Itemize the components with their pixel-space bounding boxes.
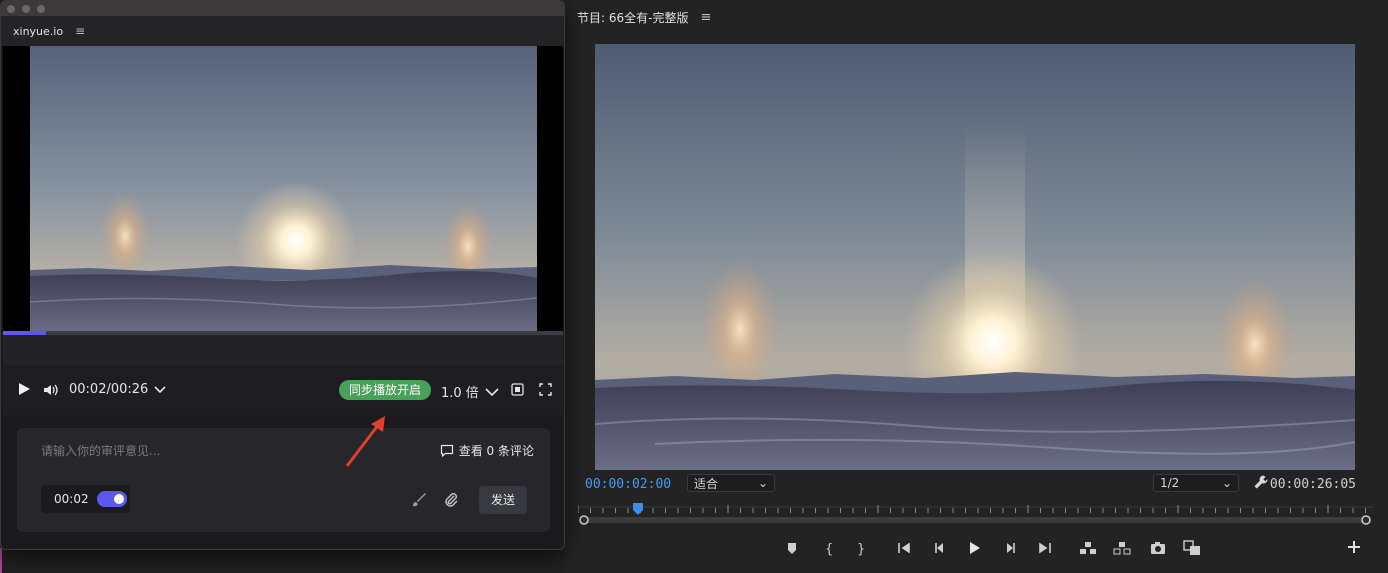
transport-controls: { }: [565, 537, 1388, 559]
playhead-marker[interactable]: [633, 503, 643, 515]
chevron-down-icon: [485, 387, 499, 396]
playback-speed-dropdown[interactable]: 1.0 倍: [441, 382, 499, 401]
add-button-plus-icon[interactable]: [1346, 539, 1362, 555]
program-monitor-panel: 节目: 66全有-完整版 ≡ 00:00:02:00 适合 ⌄ 1/2 ⌄ 00…: [565, 0, 1388, 573]
panel-title: xinyue.io: [13, 24, 64, 38]
speed-label: 1.0 倍: [441, 386, 479, 401]
fullscreen-icon[interactable]: [539, 383, 552, 396]
zoom-window-button[interactable]: [37, 5, 45, 13]
program-panel-header: 节目: 66全有-完整版 ≡: [577, 9, 711, 26]
timestamp-toggle-switch[interactable]: [96, 491, 127, 507]
chevron-down-icon: ⌄: [757, 476, 768, 490]
camera-export-frame-icon[interactable]: [1147, 537, 1169, 559]
review-video-player[interactable]: [3, 46, 563, 331]
comparison-view-icon[interactable]: [1181, 537, 1203, 559]
comment-box: 请输入你的审评意见... 查看 0 条评论 00:02 发送: [17, 428, 550, 532]
comment-input[interactable]: 请输入你的审评意见...: [41, 442, 160, 459]
timeline-edge-marker: [0, 548, 2, 573]
mark-out-button[interactable]: }: [849, 537, 871, 559]
go-to-out-button[interactable]: [1033, 537, 1055, 559]
minimize-window-button[interactable]: [22, 5, 30, 13]
timeline-ruler[interactable]: [578, 503, 1374, 529]
window-titlebar[interactable]: [1, 1, 564, 16]
sundog-landscape-image: [30, 46, 537, 331]
picture-in-picture-icon[interactable]: [511, 383, 524, 396]
volume-icon[interactable]: [43, 383, 59, 397]
timestamp-toggle-chip[interactable]: 00:02: [41, 485, 130, 513]
zoom-handle-right[interactable]: [1361, 515, 1371, 525]
program-panel-title: 节目: 66全有-完整版: [577, 11, 689, 25]
step-back-button[interactable]: [929, 537, 951, 559]
chevron-down-icon: ⌄: [1221, 476, 1232, 490]
comment-bubble-icon: [440, 444, 453, 457]
player-controls-bar: 00:02/00:26 同步播放开启 1.0 倍: [3, 365, 563, 415]
player-spacer: [3, 335, 563, 365]
review-panel-header: xinyue.io ≡: [1, 16, 564, 46]
play-icon[interactable]: [17, 382, 31, 396]
chevron-down-icon: [154, 385, 166, 393]
current-timecode[interactable]: 00:00:02:00: [585, 477, 671, 492]
annotation-arrow: [345, 416, 385, 467]
time-display[interactable]: 00:02/00:26: [69, 382, 166, 397]
timestamp-label: 00:02: [54, 492, 89, 506]
zoom-scroll-bar[interactable]: [582, 517, 1370, 523]
sundog-landscape-image: [595, 44, 1355, 470]
sync-playback-badge[interactable]: 同步播放开启: [339, 380, 432, 400]
time-text: 00:02/00:26: [69, 382, 149, 397]
fit-label: 适合: [694, 476, 719, 491]
mark-in-button[interactable]: {: [817, 537, 839, 559]
wrench-settings-icon[interactable]: [1253, 474, 1269, 490]
add-marker-button[interactable]: [781, 537, 803, 559]
go-to-in-button[interactable]: [894, 537, 916, 559]
close-window-button[interactable]: [7, 5, 15, 13]
svg-text:{: {: [825, 542, 833, 557]
zoom-fit-dropdown[interactable]: 适合 ⌄: [687, 474, 775, 492]
svg-text:}: }: [857, 542, 865, 557]
zoom-handle-left[interactable]: [579, 515, 589, 525]
playback-resolution-dropdown[interactable]: 1/2 ⌄: [1153, 474, 1239, 492]
xinyue-review-window: xinyue.io ≡ 00:02/00:26 同步播放开启 1.0 倍 请输入…: [0, 0, 565, 550]
resolution-label: 1/2: [1160, 476, 1180, 490]
panel-menu-icon[interactable]: ≡: [700, 10, 711, 25]
panel-menu-icon[interactable]: ≡: [75, 24, 85, 38]
lift-button[interactable]: [1077, 537, 1099, 559]
duration-timecode: 00:00:26:05: [1269, 477, 1356, 492]
step-forward-button[interactable]: [999, 537, 1021, 559]
extract-button[interactable]: [1111, 537, 1133, 559]
paperclip-attach-icon[interactable]: [443, 492, 459, 508]
brush-annotate-icon[interactable]: [411, 492, 427, 508]
view-comments-link[interactable]: 查看 0 条评论: [440, 442, 534, 459]
program-video-frame[interactable]: [595, 44, 1355, 470]
play-icon[interactable]: [963, 537, 985, 559]
view-comments-label: 查看 0 条评论: [458, 444, 534, 458]
send-button[interactable]: 发送: [479, 486, 527, 514]
